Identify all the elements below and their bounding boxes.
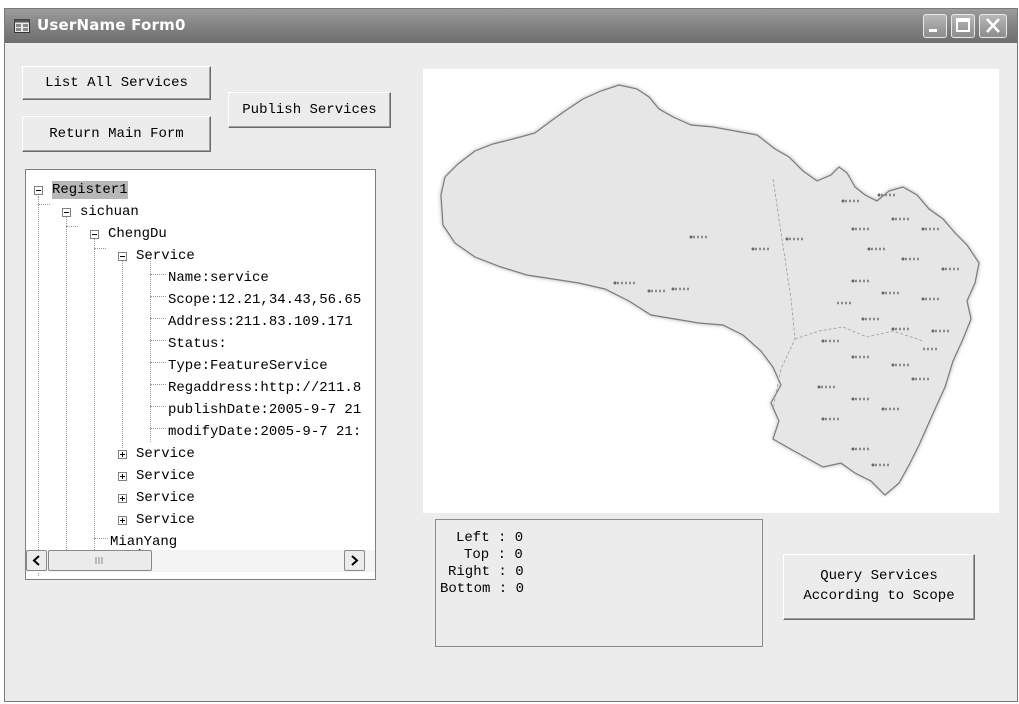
collapse-register1-icon[interactable]: [34, 186, 43, 195]
scope-coordinates-box: Left : 0 Top : 0 Right : 0 Bottom : 0: [435, 519, 763, 647]
publish-services-label: Publish Services: [242, 102, 377, 118]
expand-service-icon[interactable]: [118, 516, 127, 525]
chevron-right-icon: [351, 555, 359, 566]
tree-line: [150, 258, 151, 442]
scope-left: Left : 0: [456, 530, 524, 546]
tree-node-register1[interactable]: Register1: [52, 181, 128, 199]
scroll-left-button[interactable]: [26, 550, 47, 571]
tree-line: [150, 362, 166, 363]
tree-line: [122, 258, 123, 448]
scope-top: Top : 0: [464, 547, 523, 563]
tree-node-service[interactable]: Service: [136, 445, 195, 463]
tree-line: [94, 538, 108, 539]
tree-node-field[interactable]: modifyDate:2005-9-7 21:: [168, 423, 361, 441]
province-map[interactable]: [423, 69, 999, 513]
tree-line: [38, 196, 39, 576]
tree-node-field[interactable]: Status:: [168, 335, 227, 353]
maximize-button[interactable]: [951, 14, 975, 38]
tree-node-field[interactable]: Scope:12.21,34.43,56.65: [168, 291, 361, 309]
tree-node-sichuan[interactable]: sichuan: [80, 203, 139, 221]
title-bar[interactable]: UserName Form0: [5, 9, 1017, 43]
tree-node-field[interactable]: Type:FeatureService: [168, 357, 328, 375]
tree-node-field[interactable]: publishDate:2005-9-7 21: [168, 401, 361, 419]
maximize-icon: [956, 18, 970, 32]
scope-right: Right : 0: [448, 564, 524, 580]
return-main-form-label: Return Main Form: [49, 126, 184, 142]
tree-node-service[interactable]: Service: [136, 511, 195, 529]
tree-line: [66, 226, 78, 227]
expand-service-icon[interactable]: [118, 450, 127, 459]
app-form-icon: [14, 19, 30, 33]
tree-line: [94, 248, 106, 249]
tree-line: [66, 214, 67, 550]
scope-bottom: Bottom : 0: [440, 581, 525, 597]
tree-node-field[interactable]: Address:211.83.109.171: [168, 313, 353, 331]
expand-service-icon[interactable]: [118, 494, 127, 503]
close-icon: [986, 18, 1000, 33]
collapse-service-icon[interactable]: [118, 252, 127, 261]
return-main-form-button[interactable]: Return Main Form: [22, 116, 211, 152]
tree-node-field[interactable]: Name:service: [168, 269, 269, 287]
tree-line: [38, 204, 50, 205]
minimize-button[interactable]: [923, 14, 947, 38]
expand-service-icon[interactable]: [118, 472, 127, 481]
grip-icon: [95, 557, 103, 564]
chevron-left-icon: [32, 555, 40, 566]
window-title: UserName Form0: [37, 16, 186, 34]
tree-node-field[interactable]: Regaddress:http://211.8: [168, 379, 361, 397]
collapse-chengdu-icon[interactable]: [90, 230, 99, 239]
horizontal-scroll-thumb[interactable]: [48, 550, 152, 571]
query-services-label-line2: According to Scope: [803, 588, 955, 604]
minimize-icon: [929, 29, 937, 32]
list-all-services-button[interactable]: List All Services: [22, 66, 211, 100]
tree-horizontal-scrollbar[interactable]: [26, 550, 375, 572]
query-services-button[interactable]: Query Services According to Scope: [783, 554, 975, 620]
scroll-right-button[interactable]: [344, 550, 365, 571]
tree-line: [150, 318, 166, 319]
tree-node-chengdu[interactable]: ChengDu: [108, 225, 167, 243]
query-services-label-line1: Query Services: [820, 568, 938, 584]
tree-node-service[interactable]: Service: [136, 489, 195, 507]
tree-line: [94, 236, 95, 550]
tree-line: [150, 428, 166, 429]
tree-line: [150, 274, 166, 275]
tree-node-service[interactable]: Service: [136, 247, 195, 265]
tree-node-service[interactable]: Service: [136, 467, 195, 485]
province-shape[interactable]: [440, 84, 980, 496]
tree-line: [150, 296, 166, 297]
tree-line: [150, 384, 166, 385]
collapse-sichuan-icon[interactable]: [62, 208, 71, 217]
publish-services-button[interactable]: Publish Services: [228, 92, 391, 128]
map-view[interactable]: [423, 69, 999, 513]
tree-line: [150, 340, 166, 341]
service-tree[interactable]: Register1 sichuan ChengDu Service Name:s…: [25, 169, 376, 580]
list-all-services-label: List All Services: [45, 75, 188, 91]
close-button[interactable]: [979, 14, 1007, 38]
tree-line: [150, 406, 166, 407]
main-window: UserName Form0 List All Services Return …: [4, 8, 1018, 702]
